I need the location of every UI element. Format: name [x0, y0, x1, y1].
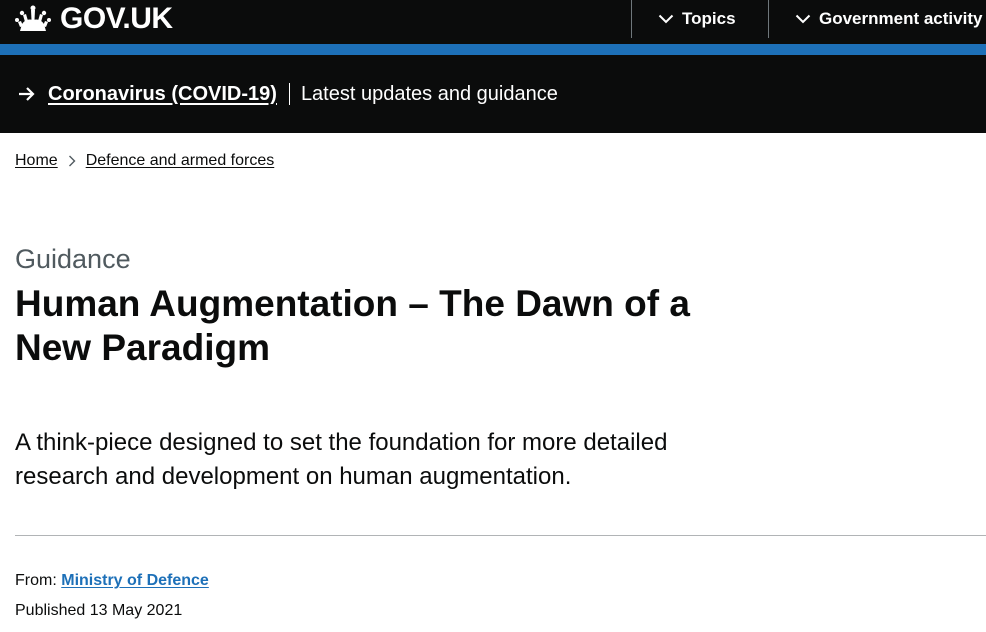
nav-divider: [631, 0, 632, 38]
banner-separator: [288, 83, 290, 105]
breadcrumb-defence[interactable]: Defence and armed forces: [86, 152, 275, 170]
metadata-from: From: Ministry of Defence: [15, 572, 209, 590]
published-date: 13 May 2021: [89, 602, 183, 619]
covid-banner: Coronavirus (COVID-19) Latest updates an…: [0, 55, 986, 133]
breadcrumb: Home Defence and armed forces: [15, 152, 274, 170]
chevron-down-icon: [795, 14, 811, 24]
page-lead: A think-piece designed to set the founda…: [15, 429, 668, 490]
nav-topics-label: Topics: [682, 9, 736, 28]
from-label: From:: [15, 572, 57, 589]
nav-divider: [768, 0, 769, 38]
nav-government-activity[interactable]: Government activity: [795, 0, 982, 38]
govuk-logo-link[interactable]: GOV.UK: [14, 0, 173, 38]
covid-subtitle: Latest updates and guidance: [300, 82, 558, 105]
chevron-right-icon: [68, 155, 76, 167]
published-label: Published: [15, 602, 86, 619]
logo-text: GOV.UK: [60, 2, 173, 35]
nav-government-activity-label: Government activity: [819, 9, 983, 28]
from-org-link[interactable]: Ministry of Defence: [61, 572, 209, 589]
breadcrumb-home[interactable]: Home: [15, 152, 58, 170]
page-title: Human Augmentation – The Dawn of a New P…: [15, 283, 690, 368]
page-caption: Guidance: [15, 244, 131, 274]
chevron-down-icon: [658, 14, 674, 24]
section-divider: [15, 535, 986, 536]
site-header: GOV.UK Topics Government activity: [0, 0, 986, 46]
metadata-published: Published 13 May 2021: [15, 602, 182, 620]
header-blue-bar: [0, 44, 986, 55]
arrow-right-icon: [19, 87, 35, 101]
nav-topics[interactable]: Topics: [658, 0, 736, 38]
crown-icon: [15, 5, 51, 31]
covid-link[interactable]: Coronavirus (COVID-19): [48, 83, 277, 106]
